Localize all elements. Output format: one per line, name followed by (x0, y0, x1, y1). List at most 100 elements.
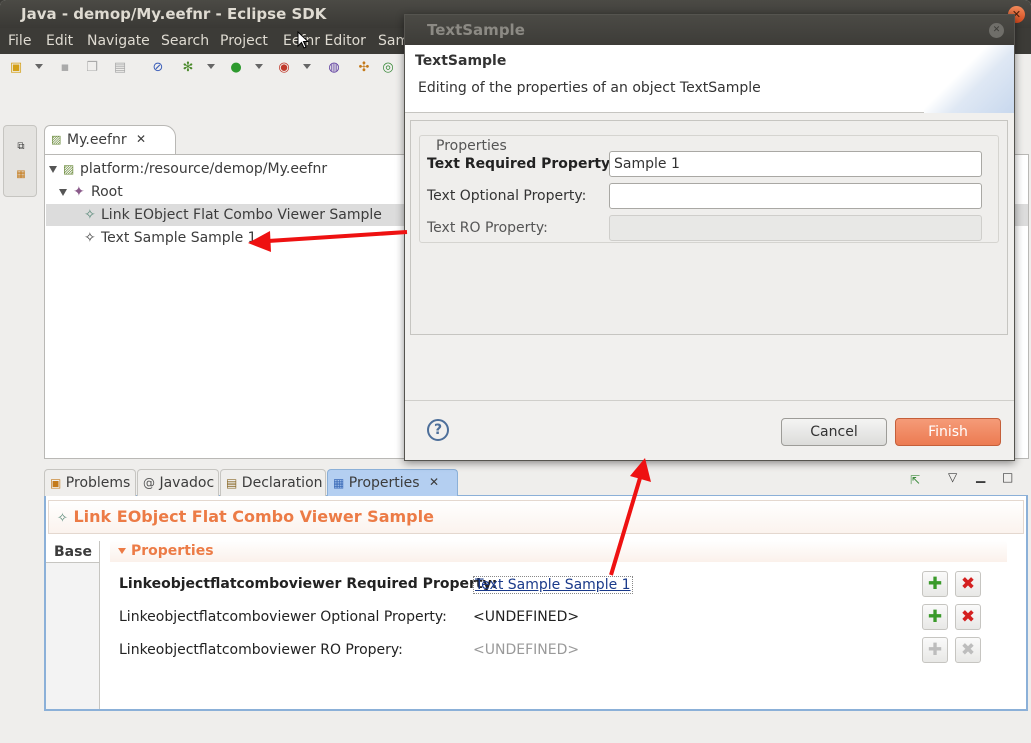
banner-decoration (924, 45, 1014, 113)
tab-declaration-label: Declaration (241, 475, 323, 491)
menu-search[interactable]: Search (161, 33, 209, 49)
help-icon[interactable]: ? (427, 419, 449, 441)
eefnr-file-icon: ▨ (51, 133, 62, 146)
add-required-icon[interactable]: ✚ (922, 571, 948, 597)
section-properties[interactable]: Properties (110, 540, 1007, 562)
menu-project[interactable]: Project (220, 33, 268, 49)
new-icon[interactable]: ▣ (8, 60, 24, 76)
pin-view-icon[interactable]: ⇱ (910, 473, 920, 487)
close-tab-icon[interactable]: ✕ (136, 132, 146, 146)
save-icon[interactable]: ▪ (57, 60, 73, 76)
tree-label-resource: platform:/resource/demop/My.eefnr (80, 161, 328, 177)
tab-properties-label: Properties (348, 475, 420, 491)
mouse-cursor-icon (297, 31, 309, 49)
section-title: Properties (131, 543, 214, 559)
resource-icon: ▨ (63, 162, 75, 176)
new-java-project-icon[interactable]: ◍ (326, 60, 342, 76)
tab-problems-label: Problems (65, 475, 131, 491)
remove-optional-icon[interactable]: ✖ (955, 604, 981, 630)
add-ro-icon: ✚ (922, 637, 948, 663)
dialog-title: TextSample (427, 21, 525, 39)
root-element-icon: ✦ (73, 184, 85, 200)
remove-required-icon[interactable]: ✖ (955, 571, 981, 597)
menu-file[interactable]: File (8, 33, 31, 49)
optional-property-value: <UNDEFINED> (473, 609, 580, 625)
dialog-banner: TextSample Editing of the properties of … (405, 45, 1014, 113)
tab-javadoc-label: Javadoc (159, 475, 215, 491)
optional-property-label: Linkeobjectflatcomboviewer Optional Prop… (119, 609, 447, 625)
editor-tab-label: My.eefnr (67, 132, 127, 148)
tree-item-text-sample[interactable]: ✧ Text Sample Sample 1 (45, 227, 345, 249)
editor-tab-my-eefnr[interactable]: ▨ My.eefnr ✕ (44, 125, 176, 155)
tree-item-resource[interactable]: ▨ platform:/resource/demop/My.eefnr (45, 158, 445, 180)
dialog-heading: TextSample (415, 53, 507, 69)
problems-icon: ▣ (50, 476, 62, 490)
properties-body: ✧ Link EObject Flat Combo Viewer Sample … (44, 496, 1028, 711)
add-optional-icon[interactable]: ✚ (922, 604, 948, 630)
debug-icon[interactable]: ✻ (180, 60, 196, 76)
close-tab-icon[interactable]: ✕ (429, 475, 439, 489)
collapse-section-icon[interactable] (118, 548, 126, 554)
minimized-view-trim: ⧉ ▦ (3, 125, 37, 197)
dialog-content: Properties Text Required Property: Text … (410, 120, 1008, 335)
dialog-close-icon[interactable]: ✕ (989, 23, 1004, 38)
javadoc-icon: @ (143, 476, 155, 490)
tab-base[interactable]: Base (46, 541, 99, 563)
dialog-titlebar: TextSample ✕ (405, 15, 1014, 45)
finish-button[interactable]: Finish (895, 418, 1001, 446)
restore-view-icon[interactable]: ⧉ (14, 140, 28, 154)
text-element-icon: ✧ (84, 230, 96, 246)
skip-breakpoints-icon[interactable]: ⊘ (150, 60, 166, 76)
ro-property-value: <UNDEFINED> (473, 642, 580, 658)
menu-navigate[interactable]: Navigate (87, 33, 150, 49)
debug-dropdown-icon[interactable] (207, 64, 215, 69)
tab-problems[interactable]: ▣ Problems (44, 469, 136, 496)
remove-ro-icon: ✖ (955, 637, 981, 663)
menu-edit[interactable]: Edit (46, 33, 73, 49)
eclipse-window: Java - demop/My.eefnr - Eclipse SDK ✕ Fi… (0, 0, 1031, 743)
new-dropdown-icon[interactable] (35, 64, 43, 69)
expand-icon[interactable] (49, 166, 57, 173)
textsample-dialog: TextSample ✕ TextSample Editing of the p… (404, 14, 1015, 461)
view-menu-icon[interactable]: ▽ (948, 470, 957, 484)
run-dropdown-icon[interactable] (255, 64, 263, 69)
dialog-description: Editing of the properties of an object T… (418, 80, 761, 96)
maximize-view-icon[interactable]: □ (1002, 470, 1013, 484)
tab-javadoc[interactable]: @ Javadoc (137, 469, 219, 496)
text-ro-label: Text RO Property: (427, 220, 548, 236)
properties-group: Properties Text Required Property: Text … (419, 135, 999, 243)
tab-declaration[interactable]: ▤ Declaration (220, 469, 326, 496)
expand-icon[interactable] (59, 189, 67, 196)
tree-label-link-eobject: Link EObject Flat Combo Viewer Sample (101, 207, 382, 223)
bottom-tab-bar: ▣ Problems @ Javadoc ▤ Declaration ▦ Pro… (44, 466, 1028, 496)
tree-item-root[interactable]: ✦ Root (45, 181, 245, 203)
required-property-label: Linkeobjectflatcomboviewer Required Prop… (119, 576, 498, 592)
menu-eefnr-editor[interactable]: Eefnr Editor (283, 33, 366, 49)
run-icon[interactable]: ● (228, 60, 244, 76)
external-tools-dropdown-icon[interactable] (303, 64, 311, 69)
tree-label-root: Root (91, 184, 123, 200)
save-all-icon[interactable]: ❐ (84, 60, 100, 76)
required-property-link[interactable]: Text Sample Sample 1 (473, 576, 633, 594)
tree-label-text-sample: Text Sample Sample 1 (101, 230, 257, 246)
ro-property-label: Linkeobjectflatcomboviewer RO Propery: (119, 642, 403, 658)
text-optional-input[interactable] (609, 183, 982, 209)
text-required-label: Text Required Property: (427, 156, 616, 172)
group-title: Properties (434, 138, 509, 154)
properties-view: ▣ Problems @ Javadoc ▤ Declaration ▦ Pro… (44, 466, 1028, 711)
link-element-icon: ✧ (84, 207, 96, 223)
properties-header: ✧ Link EObject Flat Combo Viewer Sample (48, 500, 1024, 534)
new-class-icon[interactable]: ◎ (380, 60, 396, 76)
text-required-input[interactable] (609, 151, 982, 177)
print-icon[interactable]: ▤ (112, 60, 128, 76)
new-package-icon[interactable]: ✣ (356, 60, 372, 76)
tab-properties[interactable]: ▦ Properties ✕ (327, 469, 458, 496)
package-explorer-icon[interactable]: ▦ (14, 168, 28, 182)
tab-column: Base (46, 541, 100, 709)
external-tools-icon[interactable]: ◉ (276, 60, 292, 76)
cancel-button[interactable]: Cancel (781, 418, 887, 446)
properties-header-title: Link EObject Flat Combo Viewer Sample (73, 507, 434, 526)
text-optional-label: Text Optional Property: (427, 188, 587, 204)
declaration-icon: ▤ (226, 476, 238, 490)
minimize-view-icon[interactable]: ▁ (976, 469, 985, 483)
